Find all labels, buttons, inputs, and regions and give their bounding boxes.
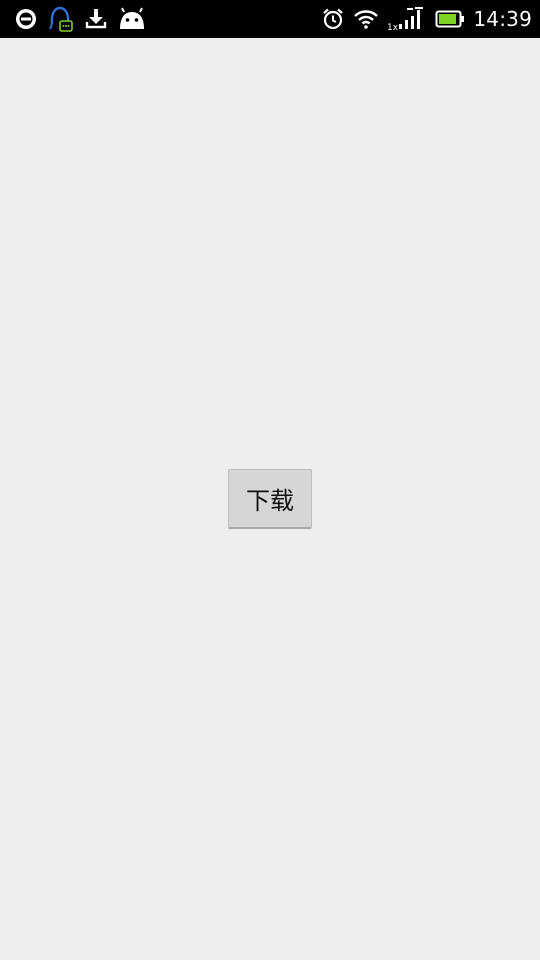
- download-button[interactable]: 下载: [228, 469, 312, 529]
- download-icon: [85, 9, 107, 29]
- clock-time: 14:39: [473, 7, 532, 31]
- notification-icons: [14, 5, 146, 33]
- qq-chat-icon: [49, 6, 73, 32]
- network-type-label: 1x: [387, 23, 399, 32]
- system-status-icons: 1x 14:39: [321, 5, 532, 33]
- android-debug-icon: [120, 7, 144, 29]
- status-bar: 1x 14:39: [0, 0, 540, 38]
- qq-browser-icon: [16, 9, 36, 29]
- wifi-icon: [354, 10, 379, 29]
- signal-icon: 1x: [387, 7, 424, 32]
- alarm-icon: [323, 8, 344, 30]
- battery-icon: [435, 10, 465, 28]
- battery-level-fill: [439, 14, 457, 24]
